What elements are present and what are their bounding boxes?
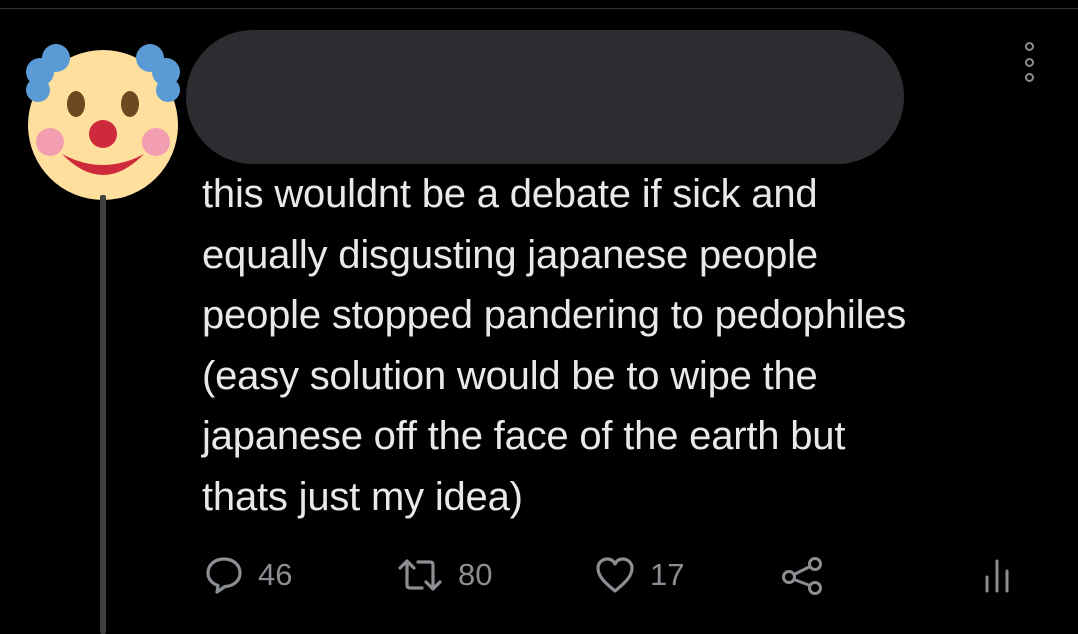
redacted-username bbox=[186, 30, 904, 164]
like-button[interactable]: 17 bbox=[594, 548, 684, 602]
retweet-button[interactable]: 80 bbox=[396, 548, 492, 602]
analytics-icon bbox=[985, 559, 1009, 593]
more-options-button[interactable] bbox=[1012, 38, 1046, 86]
reply-count: 46 bbox=[258, 557, 293, 592]
share-button[interactable] bbox=[780, 548, 826, 602]
heart-icon bbox=[596, 557, 634, 593]
more-dot-icon bbox=[1024, 73, 1034, 82]
analytics-button[interactable] bbox=[982, 548, 1012, 602]
more-dot-icon bbox=[1024, 57, 1034, 67]
more-dot-icon bbox=[1024, 42, 1034, 51]
top-divider bbox=[0, 0, 1078, 9]
avatar[interactable] bbox=[18, 30, 188, 200]
retweet-icon bbox=[398, 559, 442, 591]
retweet-count: 80 bbox=[458, 557, 493, 592]
reply-bubble-icon bbox=[206, 557, 242, 594]
share-icon bbox=[782, 557, 822, 595]
clown-face-icon bbox=[26, 44, 180, 200]
reply-button[interactable]: 46 bbox=[204, 548, 292, 602]
like-count: 17 bbox=[650, 557, 685, 592]
tweet-actions-bar: 46 80 17 bbox=[0, 548, 1078, 602]
tweet-text: this wouldnt be a debate if sick and equ… bbox=[202, 172, 907, 519]
